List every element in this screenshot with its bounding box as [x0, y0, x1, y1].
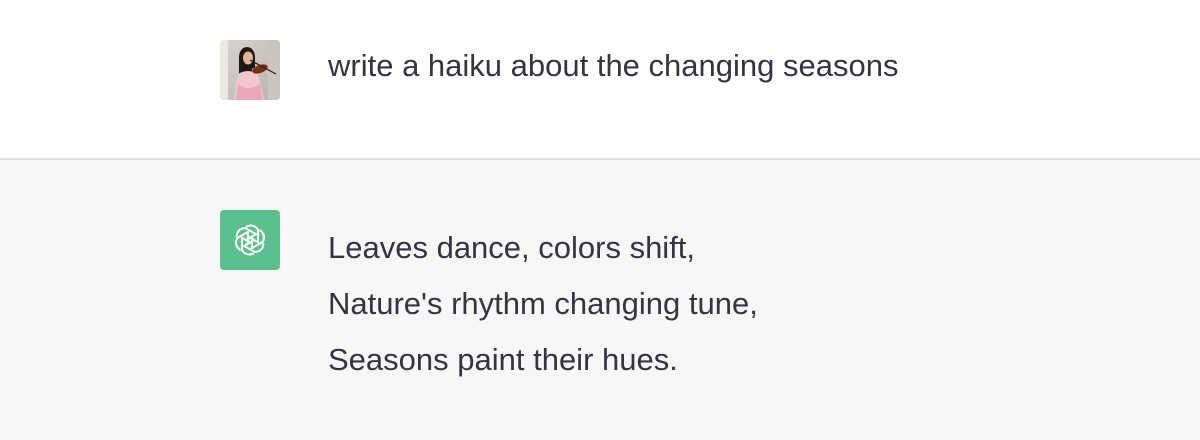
- openai-logo-icon: [234, 224, 266, 256]
- haiku-line-2: Nature's rhythm changing tune,: [328, 286, 758, 321]
- assistant-message: Leaves dance, colors shift, Nature's rhy…: [0, 160, 1200, 440]
- user-photo-violinist-icon: [220, 40, 280, 100]
- user-message-text: write a haiku about the changing seasons: [328, 48, 899, 83]
- assistant-message-text: Leaves dance, colors shift, Nature's rhy…: [328, 220, 758, 388]
- haiku-line-3: Seasons paint their hues.: [328, 342, 678, 377]
- user-avatar: [220, 40, 280, 100]
- haiku-line-1: Leaves dance, colors shift,: [328, 230, 696, 265]
- user-message: write a haiku about the changing seasons: [0, 0, 1200, 160]
- conversation-thread: write a haiku about the changing seasons…: [0, 0, 1200, 440]
- assistant-avatar: [220, 210, 280, 270]
